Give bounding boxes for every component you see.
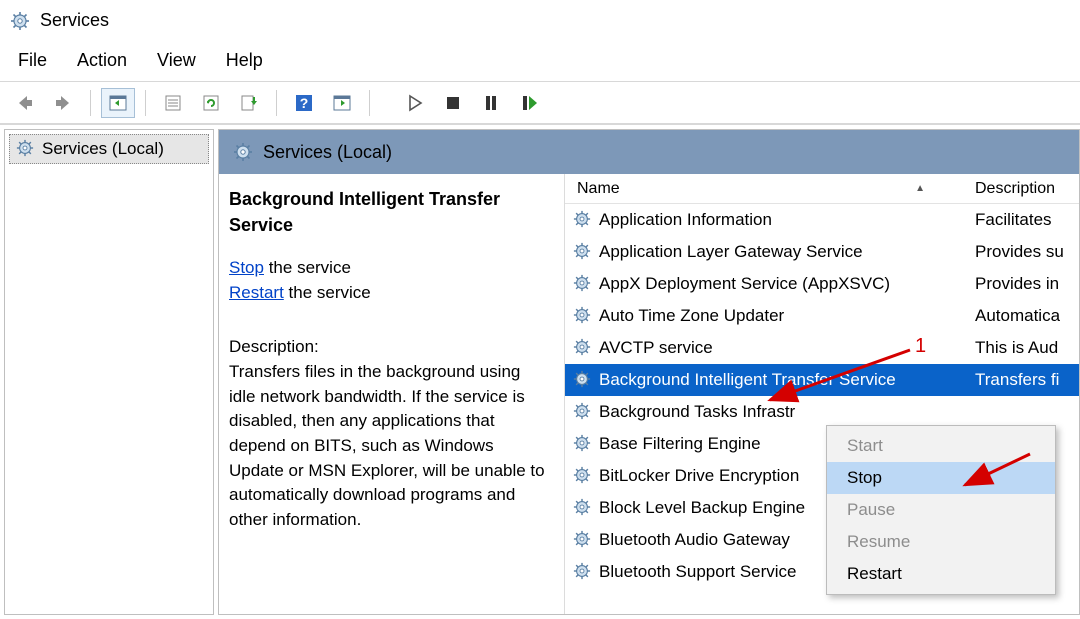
service-name-text: Application Information <box>599 210 772 230</box>
restart-service-button[interactable] <box>512 88 546 118</box>
context-menu: Start Stop Pause Resume Restart <box>826 425 1056 595</box>
gear-icon <box>573 210 593 230</box>
svg-text:?: ? <box>300 95 309 111</box>
service-desc-cell: This is Aud <box>965 338 1058 358</box>
selected-service-title: Background Intelligent Transfer Service <box>229 186 548 238</box>
right-pane-title: Services (Local) <box>263 142 392 163</box>
service-desc-cell: Provides su <box>965 242 1064 262</box>
service-name-cell: Background Tasks Infrastr <box>565 402 965 422</box>
menu-file[interactable]: File <box>18 50 47 71</box>
gear-icon <box>573 562 593 582</box>
service-desc-cell: Facilitates <box>965 210 1052 230</box>
window-title: Services <box>40 10 109 31</box>
service-name-cell: Application Layer Gateway Service <box>565 242 965 262</box>
service-name-text: BitLocker Drive Encryption <box>599 466 799 486</box>
service-name-text: Application Layer Gateway Service <box>599 242 863 262</box>
service-row[interactable]: Background Tasks Infrastr <box>565 396 1079 428</box>
service-name-text: Background Tasks Infrastr <box>599 402 795 422</box>
service-name-text: Block Level Backup Engine <box>599 498 805 518</box>
stop-service-link[interactable]: Stop <box>229 258 264 277</box>
service-name-cell: Auto Time Zone Updater <box>565 306 965 326</box>
show-hide-action-button[interactable] <box>325 88 359 118</box>
gear-icon <box>573 338 593 358</box>
service-name-cell: Background Intelligent Transfer Service <box>565 370 965 390</box>
list-header: Name ▲ Description <box>565 174 1079 204</box>
service-name-text: AppX Deployment Service (AppXSVC) <box>599 274 890 294</box>
gear-icon <box>233 142 253 162</box>
stop-suffix: the service <box>264 258 351 277</box>
tree-root-services-local[interactable]: Services (Local) <box>9 134 209 164</box>
service-row[interactable]: Background Intelligent Transfer Service T… <box>565 364 1079 396</box>
nav-forward-button[interactable] <box>46 88 80 118</box>
gear-icon <box>573 434 593 454</box>
service-name-cell: AVCTP service <box>565 338 965 358</box>
pause-service-button[interactable] <box>474 88 508 118</box>
right-pane-header: Services (Local) <box>219 130 1079 174</box>
gear-icon <box>573 242 593 262</box>
service-name-text: Auto Time Zone Updater <box>599 306 784 326</box>
show-hide-tree-button[interactable] <box>101 88 135 118</box>
description-text: Transfers files in the background using … <box>229 360 548 532</box>
service-row[interactable]: AVCTP service This is Aud <box>565 332 1079 364</box>
gear-icon <box>573 530 593 550</box>
tree-pane: Services (Local) <box>4 129 214 615</box>
menu-view[interactable]: View <box>157 50 196 71</box>
gear-icon <box>573 466 593 486</box>
ctx-start[interactable]: Start <box>827 430 1055 462</box>
gear-icon <box>573 370 593 390</box>
refresh-button[interactable] <box>194 88 228 118</box>
service-name-text: Bluetooth Audio Gateway <box>599 530 790 550</box>
titlebar: Services <box>0 0 1080 42</box>
start-service-button[interactable] <box>398 88 432 118</box>
toolbar-separator <box>276 90 277 116</box>
sort-asc-icon: ▲ <box>915 183 925 194</box>
service-desc-cell: Transfers fi <box>965 370 1059 390</box>
toolbar-separator <box>90 90 91 116</box>
service-name-text: Base Filtering Engine <box>599 434 761 454</box>
gear-icon <box>573 498 593 518</box>
restart-suffix: the service <box>284 283 371 302</box>
annotation-one: 1 <box>915 335 926 358</box>
menu-action[interactable]: Action <box>77 50 127 71</box>
service-desc-cell: Automatica <box>965 306 1060 326</box>
menubar: File Action View Help <box>0 42 1080 82</box>
ctx-pause[interactable]: Pause <box>827 494 1055 526</box>
properties-button[interactable] <box>156 88 190 118</box>
gear-icon <box>16 139 36 159</box>
service-name-text: Background Intelligent Transfer Service <box>599 370 896 390</box>
nav-back-button[interactable] <box>8 88 42 118</box>
ctx-resume[interactable]: Resume <box>827 526 1055 558</box>
toolbar-separator <box>369 90 370 116</box>
toolbar: ? <box>0 82 1080 124</box>
ctx-restart[interactable]: Restart <box>827 558 1055 590</box>
service-row[interactable]: Auto Time Zone Updater Automatica <box>565 300 1079 332</box>
menu-help[interactable]: Help <box>226 50 263 71</box>
toolbar-separator <box>145 90 146 116</box>
gear-icon <box>573 306 593 326</box>
service-row[interactable]: Application Information Facilitates <box>565 204 1079 236</box>
help-button[interactable]: ? <box>287 88 321 118</box>
service-name-text: Bluetooth Support Service <box>599 562 797 582</box>
service-row[interactable]: Application Layer Gateway Service Provide… <box>565 236 1079 268</box>
service-name-cell: Application Information <box>565 210 965 230</box>
service-row[interactable]: AppX Deployment Service (AppXSVC) Provide… <box>565 268 1079 300</box>
description-label: Description: <box>229 335 548 360</box>
service-name-text: AVCTP service <box>599 338 713 358</box>
app-icon <box>10 11 30 31</box>
gear-icon <box>573 274 593 294</box>
service-name-cell: AppX Deployment Service (AppXSVC) <box>565 274 965 294</box>
service-desc-cell: Provides in <box>965 274 1059 294</box>
detail-panel: Background Intelligent Transfer Service … <box>219 174 564 614</box>
stop-service-button[interactable] <box>436 88 470 118</box>
column-header-name[interactable]: Name ▲ <box>565 180 965 198</box>
export-button[interactable] <box>232 88 266 118</box>
ctx-stop[interactable]: Stop <box>827 462 1055 494</box>
restart-service-link[interactable]: Restart <box>229 283 284 302</box>
tree-root-label: Services (Local) <box>42 139 164 159</box>
gear-icon <box>573 402 593 422</box>
column-header-description[interactable]: Description <box>965 180 1055 198</box>
